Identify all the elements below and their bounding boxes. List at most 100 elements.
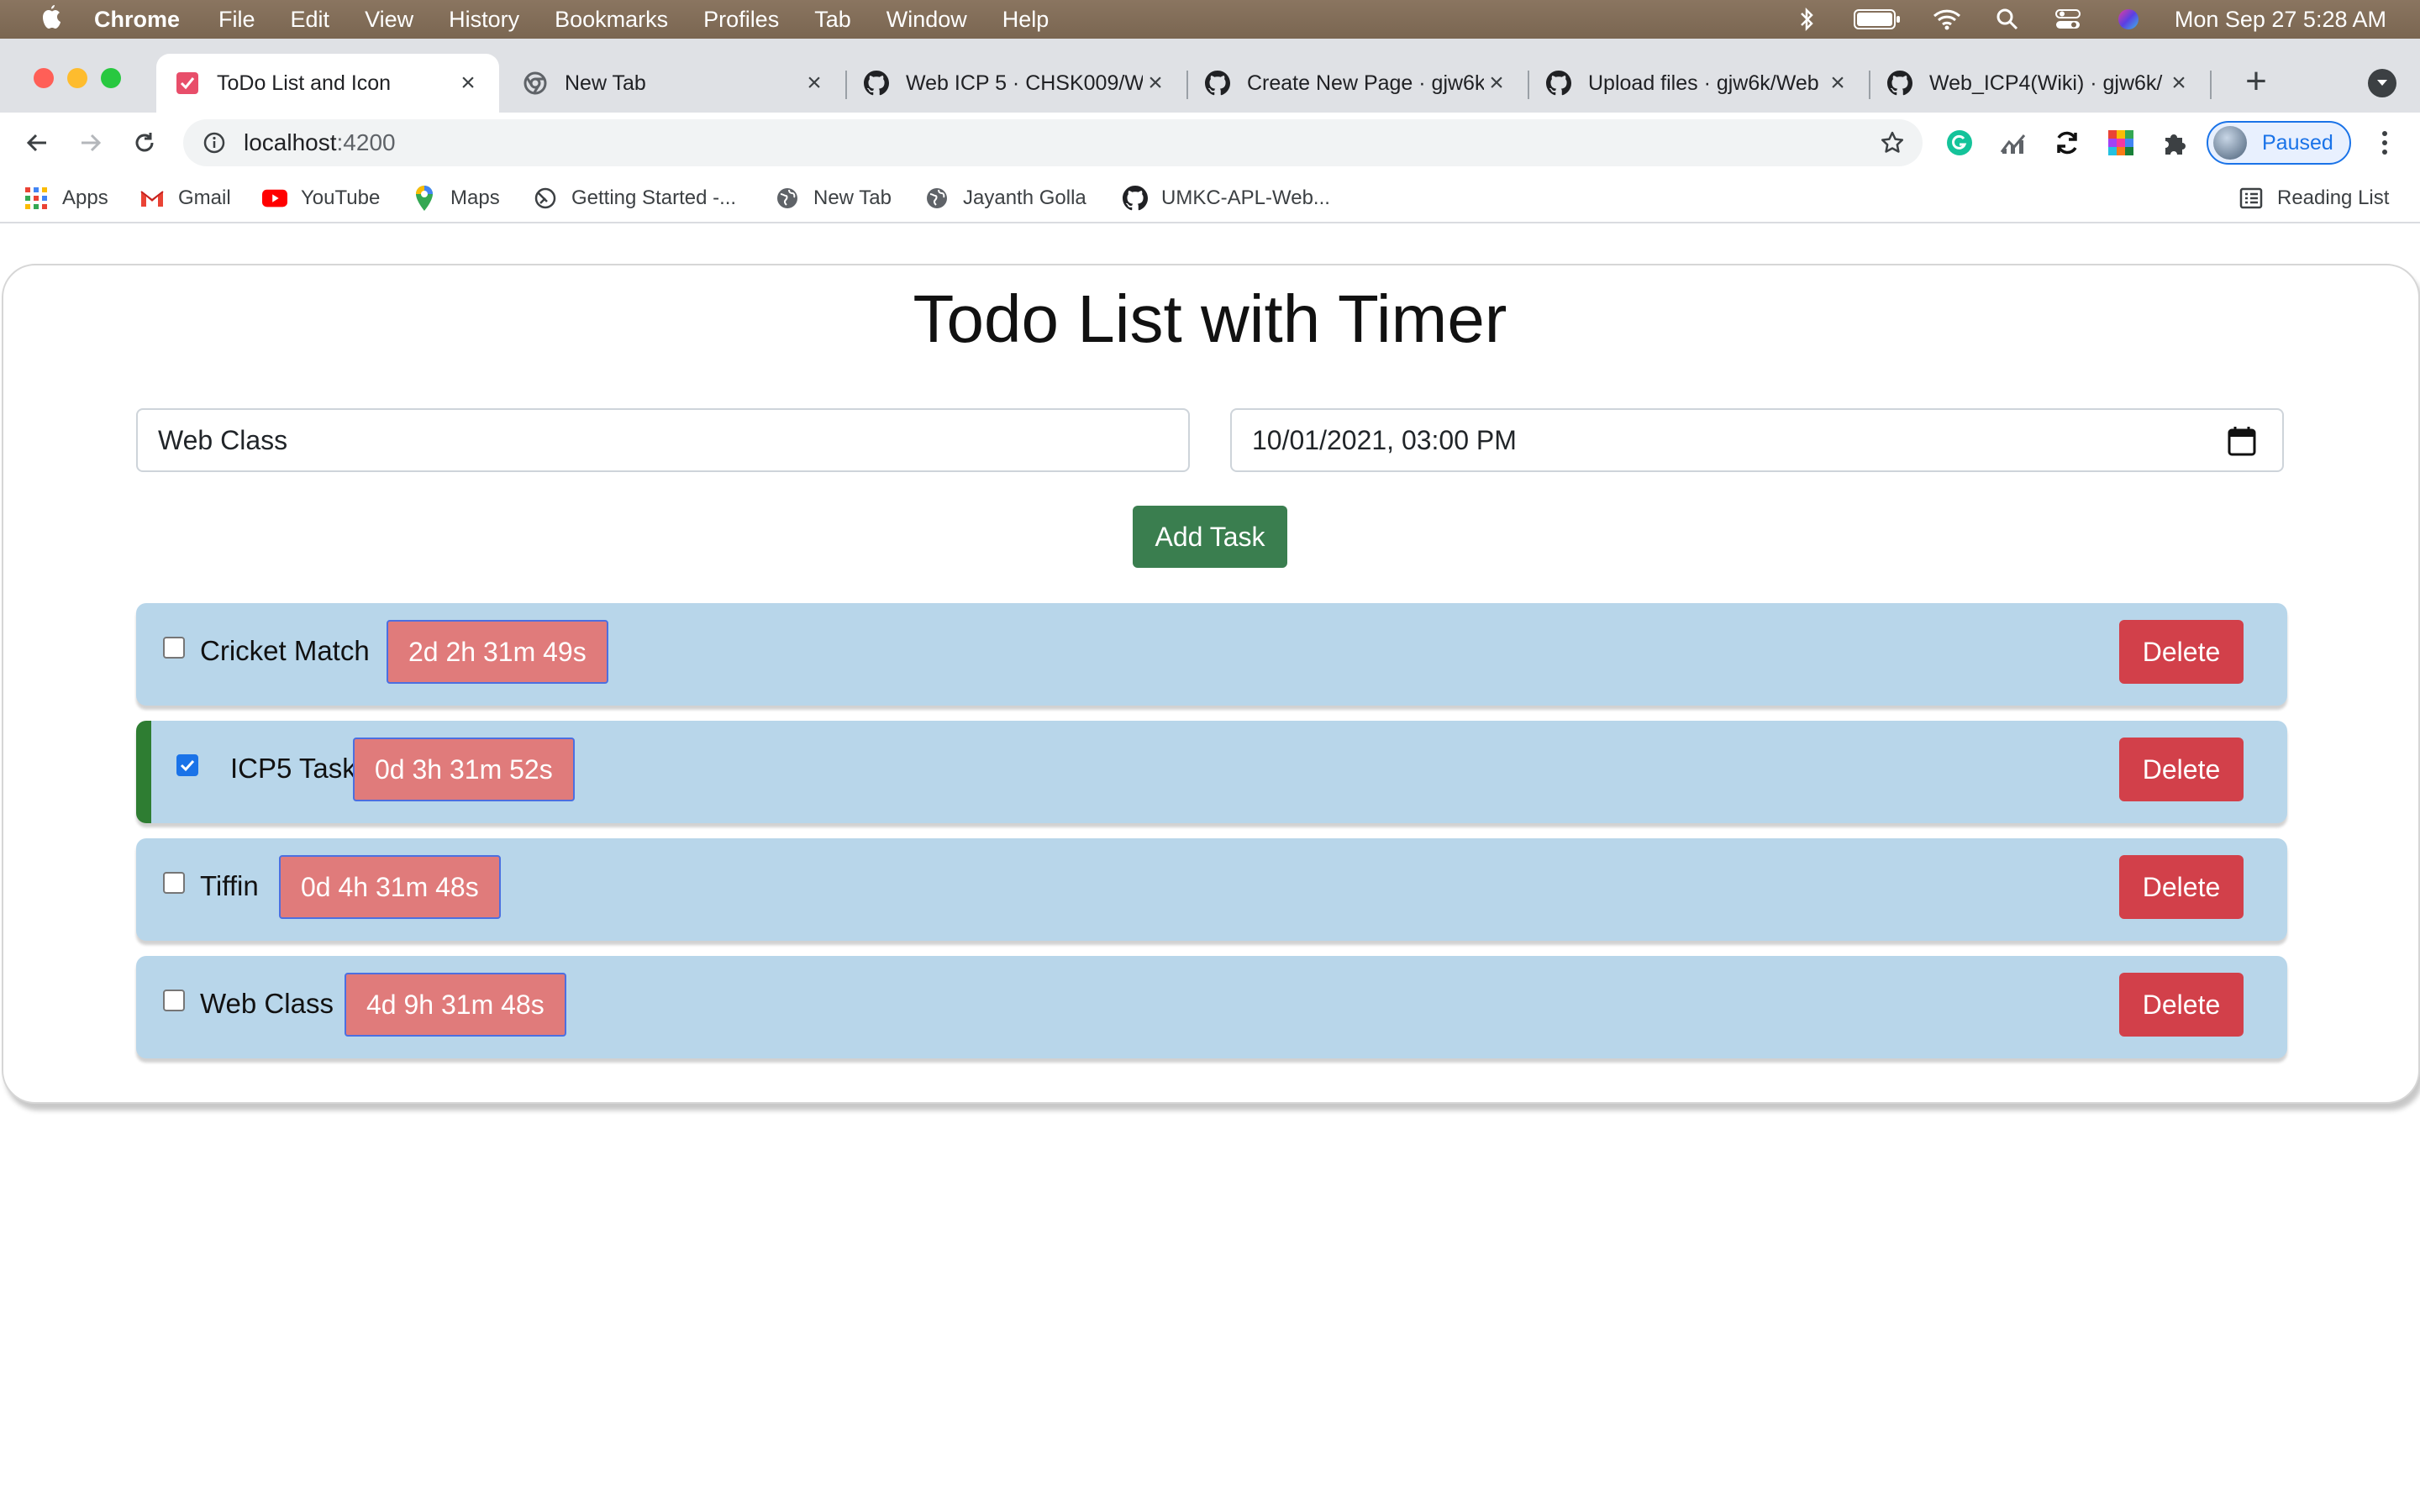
- youtube-icon: [262, 186, 287, 211]
- menu-bookmarks[interactable]: Bookmarks: [555, 7, 668, 33]
- wifi-icon[interactable]: [1933, 7, 1961, 32]
- reading-list-button[interactable]: Reading List: [2238, 183, 2389, 213]
- bookmarks-bar: Apps Gmail YouTube Maps Getting Started …: [0, 173, 2420, 223]
- bluetooth-icon[interactable]: [1793, 7, 1822, 32]
- task-complete-checkbox[interactable]: [176, 754, 198, 776]
- bookmark-label: Apps: [62, 186, 108, 209]
- due-datetime-value: 10/01/2021, 03:00 PM: [1252, 424, 1517, 455]
- close-tab-icon[interactable]: ×: [455, 69, 481, 97]
- sync-extension-icon[interactable]: [2052, 128, 2082, 158]
- menu-tab[interactable]: Tab: [814, 7, 851, 33]
- task-name-input[interactable]: Web Class: [136, 408, 1190, 472]
- bookmark-star-icon[interactable]: [1879, 129, 1906, 156]
- bookmark-label: UMKC-APL-Web...: [1161, 186, 1330, 209]
- bookmark-label: New Tab: [813, 186, 892, 209]
- close-tab-icon[interactable]: ×: [802, 69, 827, 97]
- close-tab-icon[interactable]: ×: [2166, 69, 2191, 97]
- minimize-window-button[interactable]: [67, 68, 87, 88]
- tab-title: Web ICP 5 · CHSK009/W: [906, 71, 1143, 95]
- task-complete-checkbox[interactable]: [163, 872, 185, 894]
- page-title: Todo List with Timer: [913, 281, 1507, 356]
- task-countdown-badge: 2d 2h 31m 49s: [387, 620, 608, 684]
- menubar-clock[interactable]: Mon Sep 27 5:28 AM: [2175, 7, 2386, 33]
- extensions-puzzle-icon[interactable]: [2160, 128, 2190, 158]
- calendar-icon[interactable]: [2227, 425, 2257, 457]
- grammarly-extension-icon[interactable]: [1944, 128, 1975, 158]
- github-icon: [1887, 71, 1912, 96]
- github-icon: [1546, 71, 1571, 96]
- menu-file[interactable]: File: [218, 7, 255, 33]
- menu-help[interactable]: Help: [1002, 7, 1050, 33]
- task-name: Cricket Match: [200, 635, 370, 666]
- url-host: localhost: [244, 129, 337, 155]
- menu-history[interactable]: History: [449, 7, 519, 33]
- chrome-menu-kebab-icon[interactable]: [2370, 126, 2400, 160]
- bookmark-apps[interactable]: Apps: [24, 183, 108, 213]
- github-icon: [1205, 71, 1230, 96]
- bookmark-gmail[interactable]: Gmail: [139, 183, 231, 213]
- close-tab-icon[interactable]: ×: [1143, 69, 1168, 97]
- globe-icon: [775, 186, 800, 211]
- task-item: ICP5 Task 0d 3h 31m 52s Delete: [136, 721, 2287, 823]
- bookmark-new-tab[interactable]: New Tab: [775, 183, 892, 213]
- siri-icon[interactable]: [2114, 7, 2143, 32]
- close-window-button[interactable]: [34, 68, 54, 88]
- address-bar[interactable]: localhost:4200: [183, 119, 1923, 166]
- add-task-button[interactable]: Add Task: [1133, 506, 1287, 568]
- new-tab-plus-icon[interactable]: +: [2235, 60, 2277, 102]
- close-tab-icon[interactable]: ×: [1484, 69, 1509, 97]
- delete-task-button[interactable]: Delete: [2119, 620, 2244, 684]
- delete-task-button[interactable]: Delete: [2119, 855, 2244, 919]
- fullscreen-window-button[interactable]: [101, 68, 121, 88]
- color-palette-extension-icon[interactable]: [2106, 128, 2136, 158]
- task-complete-checkbox[interactable]: [163, 990, 185, 1011]
- tab-separator: [2210, 71, 2212, 99]
- github-icon: [864, 71, 889, 96]
- task-complete-checkbox[interactable]: [163, 637, 185, 659]
- menu-profiles[interactable]: Profiles: [703, 7, 779, 33]
- browser-toolbar: localhost:4200 Paused: [0, 113, 2420, 173]
- site-info-icon[interactable]: [202, 130, 227, 155]
- tab-create-new-page[interactable]: Create New Page · gjw6k ×: [1186, 54, 1529, 113]
- task-countdown-badge: 4d 9h 31m 48s: [345, 973, 566, 1037]
- tab-search-chevron-icon[interactable]: [2368, 69, 2396, 97]
- delete-task-button[interactable]: Delete: [2119, 973, 2244, 1037]
- tab-upload-files[interactable]: Upload files · gjw6k/Web ×: [1528, 54, 1870, 113]
- close-tab-icon[interactable]: ×: [1825, 69, 1850, 97]
- url-port: :4200: [336, 129, 396, 155]
- tab-web-icp4-wiki[interactable]: Web_ICP4(Wiki) · gjw6k/ ×: [1869, 54, 2212, 113]
- tab-web-icp5[interactable]: Web ICP 5 · CHSK009/W ×: [845, 54, 1188, 113]
- bookmark-umkc-apl-web[interactable]: UMKC-APL-Web...: [1123, 183, 1330, 213]
- tab-new-tab[interactable]: New Tab ×: [504, 54, 847, 113]
- bookmark-jayanth-golla[interactable]: Jayanth Golla: [924, 183, 1086, 213]
- control-center-icon[interactable]: [2054, 7, 2082, 32]
- maps-icon: [412, 186, 437, 211]
- spotlight-search-icon[interactable]: [1993, 7, 2022, 32]
- battery-icon[interactable]: [1853, 7, 1901, 32]
- menu-window[interactable]: Window: [886, 7, 967, 33]
- forward-arrow-icon[interactable]: [72, 124, 109, 161]
- menu-view[interactable]: View: [365, 7, 413, 33]
- task-item: Cricket Match 2d 2h 31m 49s Delete: [136, 603, 2287, 706]
- bookmark-getting-started[interactable]: Getting Started -...: [533, 183, 736, 213]
- reading-list-icon: [2238, 186, 2264, 211]
- bookmark-youtube[interactable]: YouTube: [262, 183, 380, 213]
- analytics-extension-icon[interactable]: [1998, 128, 2028, 158]
- apple-logo-icon[interactable]: [34, 3, 67, 36]
- task-item: Web Class 4d 9h 31m 48s Delete: [136, 956, 2287, 1058]
- due-datetime-input[interactable]: 10/01/2021, 03:00 PM: [1230, 408, 2284, 472]
- bookmark-label: YouTube: [301, 186, 381, 209]
- task-name: Tiffin: [200, 870, 259, 901]
- profile-paused-button[interactable]: Paused: [2207, 121, 2351, 165]
- task-name-value: Web Class: [158, 424, 288, 455]
- tab-todo-list[interactable]: ToDo List and Icon ×: [156, 54, 499, 113]
- bookmark-maps[interactable]: Maps: [412, 183, 500, 213]
- delete-task-button[interactable]: Delete: [2119, 738, 2244, 801]
- todo-app-icon: [175, 71, 200, 96]
- menu-edit[interactable]: Edit: [291, 7, 330, 33]
- github-icon: [1123, 186, 1148, 211]
- menu-app-chrome[interactable]: Chrome: [94, 7, 180, 33]
- reload-icon[interactable]: [126, 124, 163, 161]
- back-arrow-icon[interactable]: [18, 124, 55, 161]
- bookmark-label: Jayanth Golla: [963, 186, 1086, 209]
